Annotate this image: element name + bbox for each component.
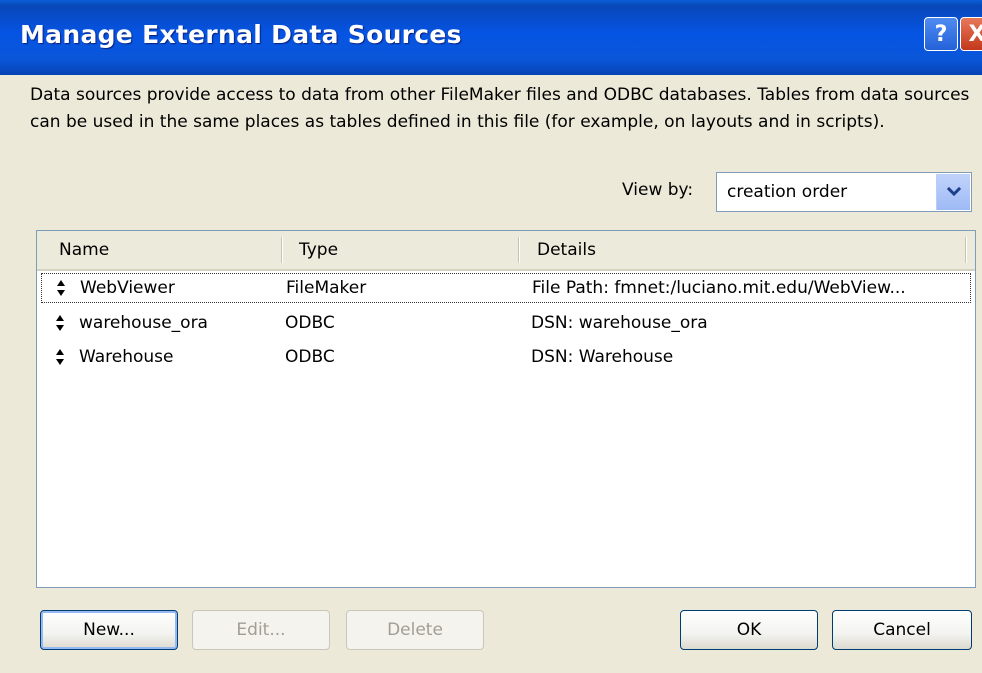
column-header-type[interactable]: Type <box>299 231 519 269</box>
row-type: ODBC <box>285 347 335 367</box>
row-details: DSN: Warehouse <box>531 347 674 367</box>
edit-button[interactable]: Edit... <box>192 610 330 650</box>
column-separator[interactable] <box>518 237 520 263</box>
column-separator[interactable] <box>281 237 283 263</box>
drag-handle-icon[interactable] <box>55 348 65 366</box>
cancel-button[interactable]: Cancel <box>832 610 972 650</box>
row-type: ODBC <box>285 313 335 333</box>
column-header-name[interactable]: Name <box>59 231 279 269</box>
delete-button[interactable]: Delete <box>346 610 484 650</box>
new-button[interactable]: New... <box>40 610 178 650</box>
view-by-selected-value: creation order <box>727 182 848 202</box>
view-by-label: View by: <box>622 180 694 200</box>
row-name: WebViewer <box>80 278 175 298</box>
drag-handle-icon[interactable] <box>56 279 66 297</box>
close-icon: X <box>968 21 982 47</box>
close-button[interactable]: X <box>960 17 982 51</box>
manage-external-data-sources-dialog: Manage External Data Sources ? X Data so… <box>0 0 982 673</box>
row-name: warehouse_ora <box>79 313 208 333</box>
title-bar[interactable]: Manage External Data Sources ? X <box>0 0 982 75</box>
list-item[interactable]: warehouse_ora ODBC DSN: warehouse_ora <box>41 309 971 339</box>
view-by-dropdown-button[interactable] <box>936 174 970 210</box>
window-title: Manage External Data Sources <box>20 20 462 49</box>
row-type: FileMaker <box>286 278 367 298</box>
list-item[interactable]: WebViewer FileMaker File Path: fmnet:/lu… <box>41 273 971 303</box>
description-text: Data sources provide access to data from… <box>30 85 970 132</box>
ok-button[interactable]: OK <box>680 610 818 650</box>
row-details: File Path: fmnet:/luciano.mit.edu/WebVie… <box>532 278 906 298</box>
help-button[interactable]: ? <box>924 17 958 51</box>
row-name: Warehouse <box>79 347 174 367</box>
drag-handle-icon[interactable] <box>55 314 65 332</box>
column-separator[interactable] <box>965 237 967 263</box>
data-sources-list[interactable]: Name Type Details WebViewer FileMaker Fi… <box>36 230 976 588</box>
row-details: DSN: warehouse_ora <box>531 313 708 333</box>
list-header: Name Type Details <box>37 231 975 271</box>
chevron-down-icon <box>946 186 961 197</box>
help-icon: ? <box>934 21 948 47</box>
view-by-select[interactable]: creation order <box>716 172 972 212</box>
list-item[interactable]: Warehouse ODBC DSN: Warehouse <box>41 343 971 373</box>
column-header-details[interactable]: Details <box>537 231 957 269</box>
